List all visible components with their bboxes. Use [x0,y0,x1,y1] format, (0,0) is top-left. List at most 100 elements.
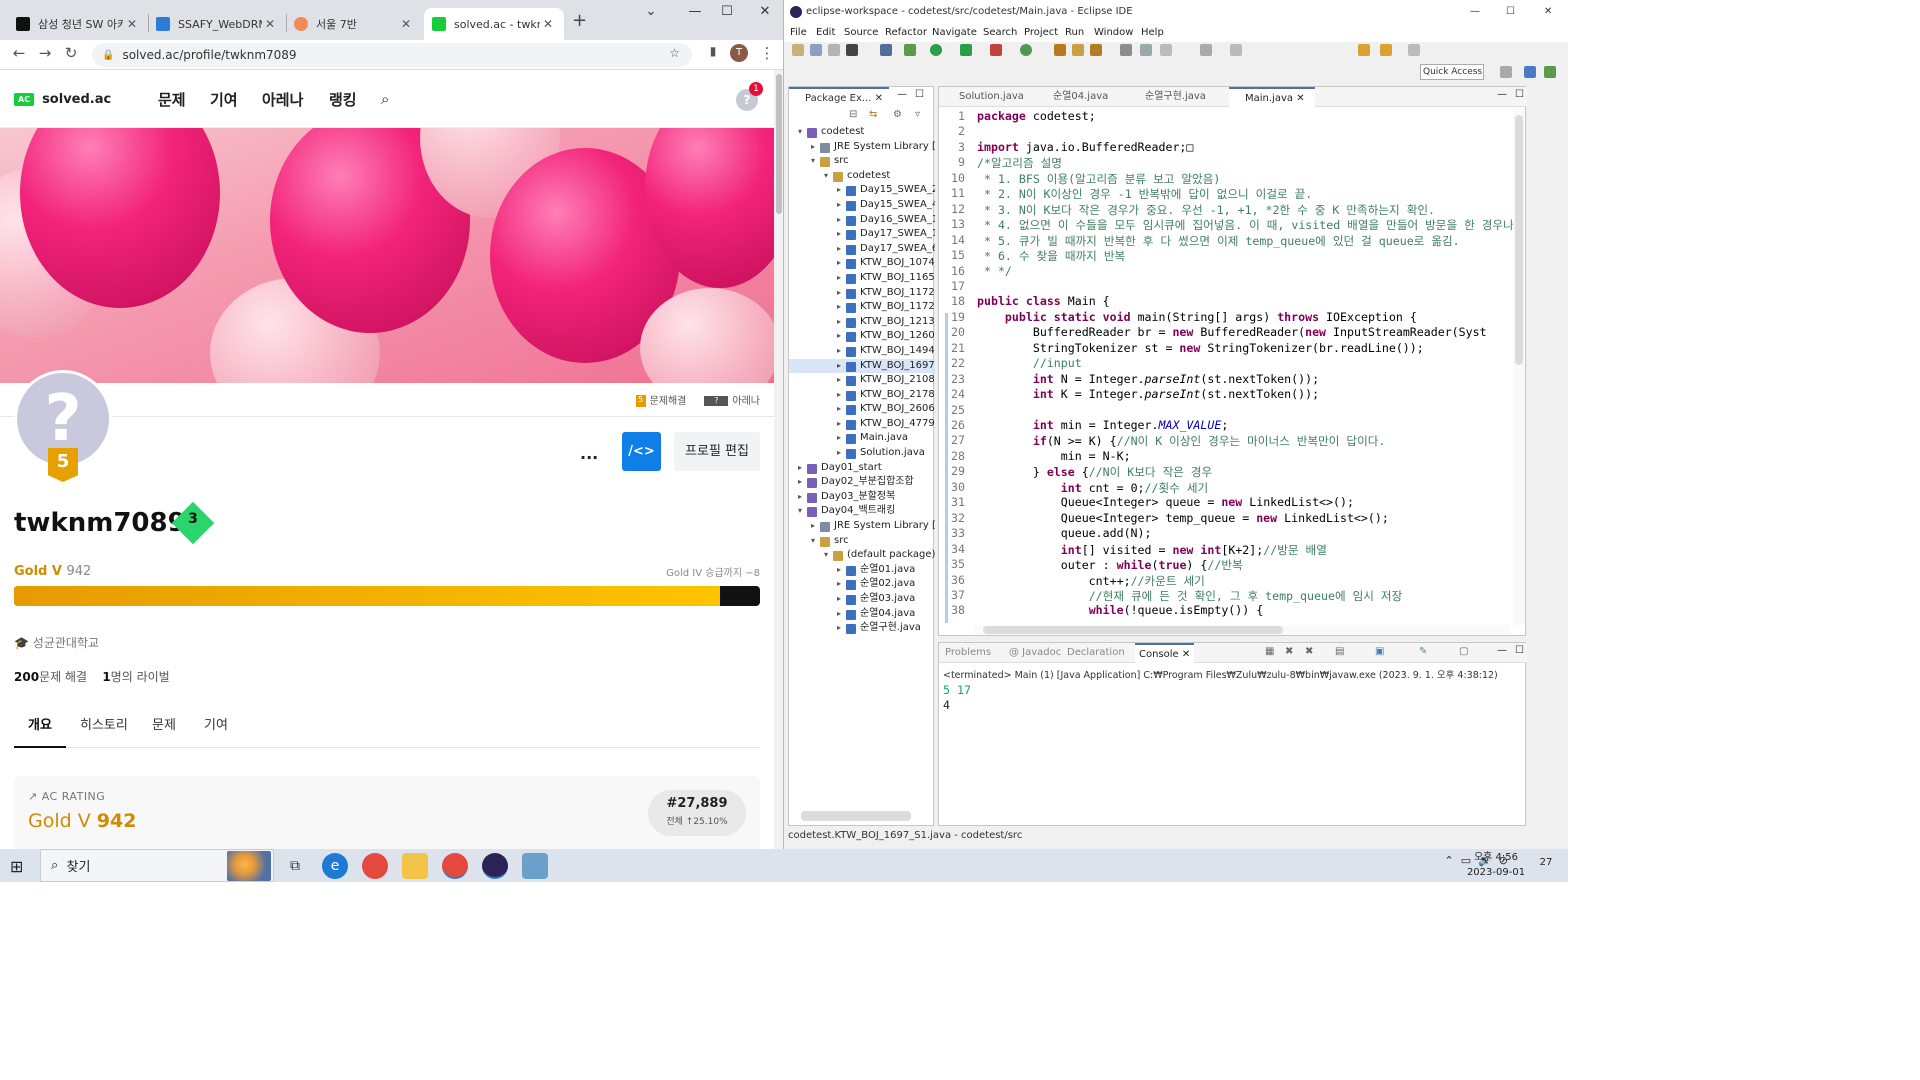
tree-item[interactable]: ▸ Day15_SWEA_40 [789,198,935,213]
tree-item[interactable]: ▸ Day01_start [789,461,935,476]
expand-toggle-icon[interactable]: ▸ [834,242,844,257]
code-line[interactable]: queue.add(N); [977,526,1152,540]
tree-item[interactable]: ▸ 순열01.java [789,563,935,578]
close-icon[interactable]: ✕ [875,93,883,104]
show-on-output-icon[interactable]: ▣ [1375,646,1384,657]
close-tab-icon[interactable]: ✕ [124,17,140,31]
skip-breakpoints-icon[interactable] [880,44,892,56]
close-window-icon[interactable]: ✕ [1544,0,1552,24]
code-line[interactable]: public static void main(String[] args) t… [977,310,1417,324]
code-line[interactable]: if(N >= K) {//N이 K 이상인 경우는 마이너스 반복만이 답이다… [977,433,1386,449]
search-icon[interactable]: ⌕ [381,90,389,108]
menu-edit[interactable]: Edit [816,27,835,38]
save-icon[interactable] [810,44,822,56]
code-line[interactable]: outer : while(true) {//반복 [977,557,1243,573]
tree-item[interactable]: ▾ codetest [789,125,935,140]
tree-item[interactable]: ▸ JRE System Library [zu [789,519,935,534]
code-line[interactable]: Queue<Integer> temp_queue = new LinkedLi… [977,511,1389,525]
code-line[interactable]: cnt++;//카운트 세기 [977,573,1205,589]
menu-help[interactable]: Help [1141,27,1164,38]
next-annotation-icon[interactable] [1200,44,1212,56]
browser-tab-active[interactable]: solved.ac - twknm7 ✕ [424,8,564,40]
menu-ranking[interactable]: 랭킹 [329,89,357,110]
tree-item[interactable]: ▸ 순열구현.java [789,621,935,636]
code-line[interactable]: * 4. 없으면 이 수들을 모두 임시큐에 집어넣음. 이 때, visite… [977,217,1513,233]
maximize-view-icon[interactable]: ☐ [915,89,924,100]
code-line[interactable]: //input [977,356,1082,370]
forward-icon[interactable] [1408,44,1420,56]
tab-problems[interactable]: 문제 [152,714,176,733]
expand-toggle-icon[interactable]: ▾ [808,534,818,549]
editor-tab[interactable]: Solution.java [943,87,1027,107]
expand-toggle-icon[interactable]: ▸ [834,300,844,315]
maximize-view-icon[interactable]: ☐ [1515,89,1524,100]
chrome-menu-icon[interactable]: ⋮ [756,44,778,62]
close-tab-icon[interactable]: ✕ [398,17,414,31]
expand-toggle-icon[interactable]: ▾ [808,154,818,169]
expand-toggle-icon[interactable]: ▸ [834,592,844,607]
clear-console-icon[interactable]: ▦ [1265,646,1274,657]
tree-item[interactable]: ▸ KTW_BOJ_2606_S [789,402,935,417]
code-line[interactable]: Queue<Integer> queue = new LinkedList<>(… [977,495,1354,509]
edit-profile-button[interactable]: 프로필 편집 [674,432,760,471]
tree-item[interactable]: ▸ KTW_BOJ_11724_ [789,300,935,315]
taskbar-search[interactable]: ⌕ 찾기 [40,849,274,882]
expand-toggle-icon[interactable]: ▸ [834,373,844,388]
new-package-icon[interactable] [1054,44,1066,56]
code-line[interactable]: public class Main { [977,294,1110,308]
notepad-icon[interactable] [522,853,548,879]
tree-item[interactable]: ▸ Day17_SWEA_12 [789,227,935,242]
code-line[interactable]: * 1. BFS 이용(알고리즘 분류 보고 알았음) [977,171,1220,187]
bookmark-star-icon[interactable]: ☆ [669,46,680,60]
tree-item[interactable]: ▸ JRE System Library [zu [789,140,935,155]
code-line[interactable]: StringTokenizer st = new StringTokenizer… [977,341,1424,355]
menu-problems[interactable]: 문제 [158,89,186,110]
display-console-icon[interactable]: ▢ [1459,646,1468,657]
collapse-all-icon[interactable]: ⊟ [849,109,857,120]
code-button[interactable]: /<> [622,432,661,471]
menu-arena[interactable]: 아레나 [262,89,303,110]
task-view-icon[interactable]: ⧉ [282,853,308,879]
code-line[interactable]: int min = Integer.MAX_VALUE; [977,418,1228,432]
code-line[interactable]: import java.io.BufferedReader;□ [977,140,1193,154]
tree-item[interactable]: ▸ Main.java [789,431,935,446]
tree-item[interactable]: ▸ KTW_BOJ_1697_S [789,358,935,374]
expand-toggle-icon[interactable]: ▸ [834,607,844,622]
code-line[interactable]: * 2. N이 K이상인 경우 -1 반복밖에 답이 없으니 이걸로 끝. [977,186,1312,202]
close-tab-icon[interactable]: ✕ [262,17,278,31]
problems-tab[interactable]: Problems [945,643,991,663]
chrome-icon[interactable] [362,853,388,879]
expand-toggle-icon[interactable]: ▸ [834,198,844,213]
notification-center-icon[interactable]: 27 [1536,857,1556,868]
editor-horizontal-scrollbar[interactable] [975,625,1510,635]
java-perspective-icon[interactable] [1524,66,1536,78]
expand-toggle-icon[interactable]: ▸ [834,431,844,446]
tree-item[interactable]: ▸ 순열03.java [789,592,935,607]
new-icon[interactable] [792,44,804,56]
tree-item[interactable]: ▸ Day15_SWEA_28 [789,183,935,198]
toggle-mark-icon[interactable] [1160,44,1172,56]
code-line[interactable]: min = N-K; [977,449,1131,463]
expand-toggle-icon[interactable]: ▸ [834,329,844,344]
editor-tab-active[interactable]: Main.java ✕ [1229,87,1315,107]
expand-toggle-icon[interactable]: ▸ [834,227,844,242]
minimize-view-icon[interactable]: — [897,89,907,100]
code-line[interactable]: //현재 큐에 든 것 확인, 그 후 temp_queue에 임시 저장 [977,588,1403,604]
view-menu-icon[interactable]: ▿ [915,109,920,120]
code-line[interactable]: while(!queue.isEmpty()) { [977,603,1264,617]
tree-item[interactable]: ▸ KTW_BOJ_1260_S [789,329,935,344]
expand-toggle-icon[interactable]: ▸ [834,359,844,374]
tree-item[interactable]: ▾ src [789,534,935,549]
back-nav-icon[interactable] [1358,44,1370,56]
tree-item[interactable]: ▸ Solution.java [789,446,935,461]
expand-toggle-icon[interactable]: ▸ [834,183,844,198]
tier-tab-problem[interactable]: 5 문제해결 [635,392,686,407]
menu-project[interactable]: Project [1024,27,1058,38]
scroll-lock-icon[interactable]: ▤ [1335,646,1344,657]
annotation-icon[interactable] [1120,44,1132,56]
search-tool-icon[interactable] [1090,44,1102,56]
external-tools-icon[interactable] [990,44,1002,56]
maximize-icon[interactable]: ☐ [712,4,742,19]
new-tab-button[interactable]: + [572,10,587,31]
tree-item[interactable]: ▾ Day04_백트래킹 [789,504,935,519]
